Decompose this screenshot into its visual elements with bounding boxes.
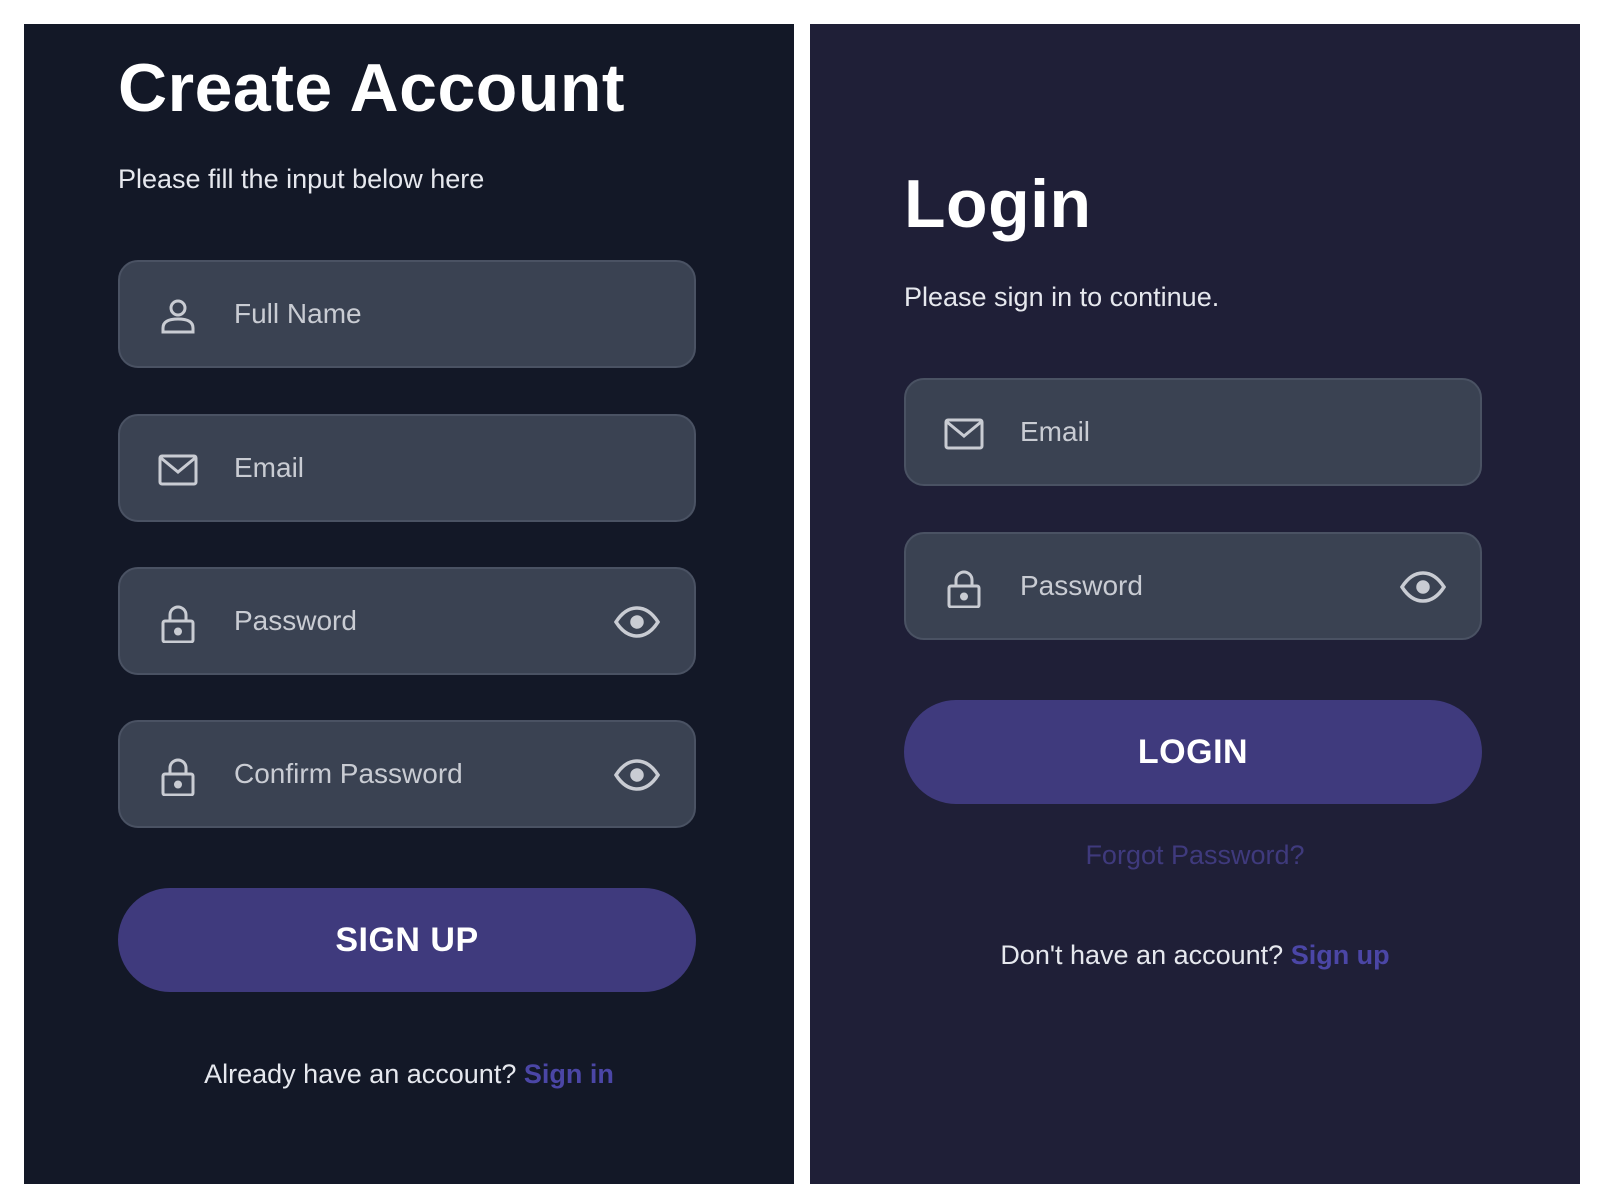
sign-in-link[interactable]: Sign in — [524, 1059, 614, 1089]
signup-title: Create Account — [118, 50, 626, 126]
eye-icon[interactable] — [1400, 570, 1446, 604]
login-email-field[interactable]: Email — [904, 378, 1482, 486]
login-subtitle: Please sign in to continue. — [904, 282, 1220, 312]
sign-up-link[interactable]: Sign up — [1291, 940, 1390, 970]
login-button[interactable]: LOGIN — [904, 700, 1482, 804]
full-name-field[interactable]: Full Name — [118, 260, 696, 368]
eye-icon[interactable] — [614, 605, 660, 639]
signup-panel: Create Account Please fill the input bel… — [24, 24, 794, 1184]
eye-icon[interactable] — [614, 758, 660, 792]
login-footer-text: Don't have an account? — [1000, 940, 1284, 970]
login-title: Login — [904, 166, 1092, 242]
signup-footer-text: Already have an account? — [204, 1059, 517, 1089]
signup-email-field[interactable]: Email — [118, 414, 696, 522]
login-password-field[interactable]: Password — [904, 532, 1482, 640]
signup-footer: Already have an account? Sign in — [24, 1059, 794, 1090]
signup-subtitle: Please fill the input below here — [118, 164, 485, 194]
login-footer: Don't have an account? Sign up — [810, 940, 1580, 971]
signup-password-field[interactable]: Password — [118, 567, 696, 675]
forgot-password-link[interactable]: Forgot Password? — [810, 840, 1580, 871]
login-panel: Login Please sign in to continue. Email … — [810, 24, 1580, 1184]
confirm-password-field[interactable]: Confirm Password — [118, 720, 696, 828]
sign-up-button[interactable]: SIGN UP — [118, 888, 696, 992]
